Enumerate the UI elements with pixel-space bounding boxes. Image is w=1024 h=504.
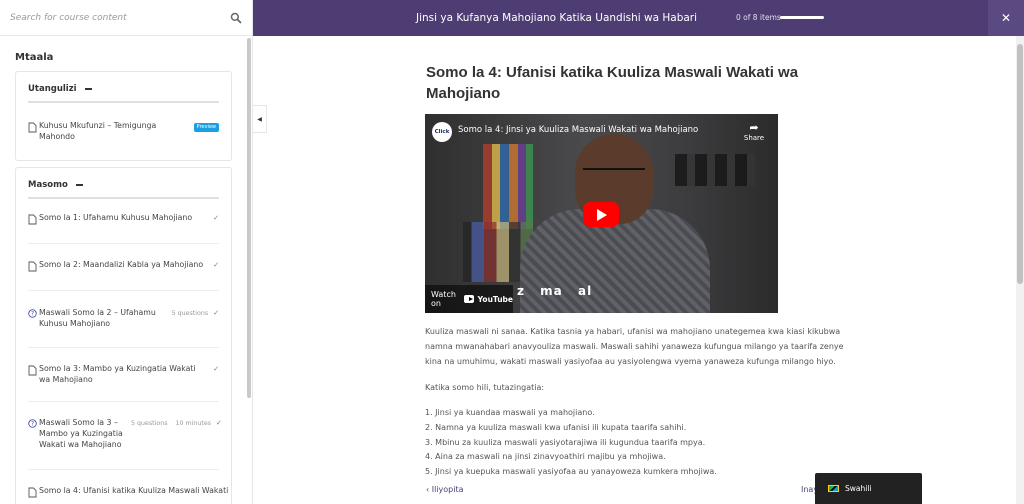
share-button[interactable]: ➦ Share	[741, 121, 767, 143]
list-item: 5. Jinsi ya kuepuka maswali yasiyofaa au…	[425, 467, 717, 477]
lesson-content: Somo la 4: Ufanisi katika Kuuliza Maswal…	[253, 36, 1016, 504]
collapse-icon[interactable]	[75, 184, 83, 186]
language-label: Swahili	[845, 484, 872, 493]
svg-text:?: ?	[31, 311, 34, 317]
scrollbar-thumb[interactable]	[1017, 44, 1023, 284]
quiz-meta: 5 questions	[131, 420, 168, 428]
check-icon: ✓	[213, 260, 219, 269]
previous-lesson-link[interactable]: ‹ Iliyopita	[426, 485, 464, 494]
section-header[interactable]: Masomo	[28, 168, 219, 199]
quiz-label: Maswali Somo la 3 – Mambo ya Kuzingatia …	[39, 418, 123, 450]
play-button[interactable]	[583, 202, 619, 227]
video-player[interactable]: Click Somo la 4: Jinsi ya Kuuliza Maswal…	[425, 114, 778, 313]
curriculum-title: Mtaala	[15, 52, 54, 63]
lesson-item[interactable]: Kuhusu Mkufunzi – Temigunga Mahondo Prev…	[28, 103, 219, 160]
check-icon: ✓	[213, 308, 219, 317]
share-icon: ➦	[749, 121, 759, 134]
check-icon: ✓	[213, 213, 219, 222]
close-button[interactable]: ✕	[988, 0, 1024, 36]
presenter-glasses	[583, 168, 645, 178]
section-title: Masomo	[28, 179, 68, 190]
youtube-label: YouTube	[477, 294, 513, 304]
section-utangulizi: Utangulizi Kuhusu Mkufunzi – Temigunga M…	[15, 71, 232, 161]
question-icon: ?	[28, 419, 37, 429]
lesson-item[interactable]: Somo la 2: Maandalizi Kabla ya Mahojiano…	[28, 244, 219, 291]
progress-bar	[780, 16, 824, 19]
lesson-item[interactable]: Somo la 3: Mambo ya Kuzingatia Wakati wa…	[28, 348, 219, 403]
lesson-label: Somo la 1: Ufahamu Kuhusu Mahojiano	[39, 212, 193, 222]
items-count: 0 of 8 items	[736, 13, 781, 22]
youtube-icon	[464, 295, 474, 303]
lesson-paragraph: Kuuliza maswali ni sanaa. Katika tasnia …	[425, 327, 844, 366]
search-icon[interactable]	[230, 12, 242, 24]
search-input[interactable]	[10, 12, 230, 23]
video-caption: z ma al	[517, 284, 602, 298]
question-icon: ?	[28, 309, 37, 318]
page-scrollbar[interactable]	[1016, 36, 1024, 504]
search-bar	[0, 0, 252, 36]
sidebar-scrollbar[interactable]	[247, 38, 251, 398]
lesson-label: Somo la 3: Mambo ya Kuzingatia Wakati wa…	[39, 363, 196, 384]
svg-text:?: ?	[31, 422, 34, 428]
list-item: 1. Jinsi ya kuandaa maswali ya mahojiano…	[425, 408, 595, 417]
section-header[interactable]: Utangulizi	[28, 72, 219, 103]
tanzania-flag-icon	[828, 485, 839, 492]
caption-word: ma	[540, 284, 563, 298]
lesson-label: Somo la 2: Maandalizi Kabla ya Mahojiano	[39, 259, 204, 269]
video-title[interactable]: Somo la 4: Jinsi ya Kuuliza Maswali Waka…	[458, 125, 698, 135]
watch-on-label: Watch on	[431, 290, 456, 308]
check-icon: ✓	[213, 364, 219, 373]
document-icon	[28, 261, 37, 272]
quiz-item[interactable]: ? Maswali Somo la 3 – Mambo ya Kuzingati…	[28, 402, 222, 471]
lesson-label: Somo la 4: Ufanisi katika Kuuliza Maswal…	[39, 486, 229, 496]
section-title: Utangulizi	[28, 84, 77, 94]
quiz-item[interactable]: ? Maswali Somo la 2 – Ufahamu Kuhusu Mah…	[28, 291, 219, 348]
play-icon	[597, 208, 607, 221]
caption-word: al	[577, 284, 593, 298]
course-header: Jinsi ya Kufanya Mahojiano Katika Uandis…	[253, 0, 1024, 36]
document-icon	[28, 487, 37, 498]
lesson-title: Somo la 4: Ufanisi katika Kuuliza Maswal…	[426, 64, 799, 103]
share-label: Share	[743, 134, 765, 142]
collapse-icon[interactable]	[84, 88, 92, 90]
lesson-paragraph: Katika somo hili, tutazingatia:	[425, 383, 545, 392]
course-title: Jinsi ya Kufanya Mahojiano Katika Uandis…	[416, 12, 698, 24]
document-icon	[28, 122, 37, 133]
watch-on-youtube-button[interactable]: Watch on YouTube	[425, 285, 513, 313]
check-icon: ✓	[216, 419, 222, 428]
video-background	[483, 144, 533, 229]
document-icon	[28, 214, 37, 225]
video-background	[675, 154, 755, 186]
preview-badge: Preview	[193, 123, 219, 132]
lesson-item[interactable]: Somo la 1: Ufahamu Kuhusu Mahojiano ✓	[28, 199, 219, 244]
lesson-item-active[interactable]: Somo la 4: Ufanisi katika Kuuliza Maswal…	[28, 470, 228, 504]
section-masomo: Masomo Somo la 1: Ufahamu Kuhusu Mahojia…	[15, 166, 232, 504]
quiz-label: Maswali Somo la 2 – Ufahamu Kuhusu Mahoj…	[39, 307, 156, 328]
previous-label: Iliyopita	[431, 485, 464, 494]
quiz-duration: 10 minutes	[175, 420, 212, 428]
caption-word: z	[517, 284, 525, 298]
list-item: 4. Aina za maswali na jinsi zinavyoathir…	[425, 452, 666, 462]
list-item: 2. Namna ya kuuliza maswali kwa ufanisi …	[425, 422, 687, 432]
language-switcher[interactable]: Swahili	[815, 473, 922, 504]
close-icon: ✕	[1000, 11, 1012, 25]
lesson-label: Kuhusu Mkufunzi – Temigunga Mahondo	[39, 121, 157, 141]
channel-logo[interactable]: Click	[432, 122, 452, 142]
lesson-points: 1. Jinsi ya kuandaa maswali ya mahojiano…	[425, 406, 845, 480]
list-item: 3. Mbinu za kuuliza maswali yasiyotaraji…	[425, 437, 706, 447]
curriculum-sidebar: Mtaala Utangulizi Kuhusu Mkufunzi – Temi…	[0, 0, 253, 504]
document-icon	[28, 365, 37, 376]
quiz-meta: 5 questions	[171, 309, 209, 317]
